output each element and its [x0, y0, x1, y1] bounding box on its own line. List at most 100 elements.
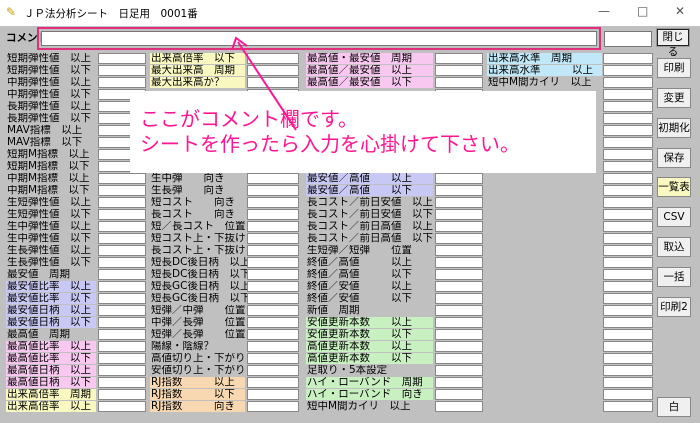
side-button-10[interactable]: 白: [657, 397, 691, 417]
condition-value-field[interactable]: [98, 197, 146, 208]
condition-value-field[interactable]: [247, 233, 299, 244]
condition-value-field[interactable]: [247, 389, 299, 400]
extra-value-field[interactable]: [603, 377, 653, 388]
condition-value-field[interactable]: [98, 317, 146, 328]
condition-value-field[interactable]: [98, 173, 146, 184]
extra-value-field[interactable]: [603, 221, 653, 232]
extra-value-field[interactable]: [603, 365, 653, 376]
condition-value-field[interactable]: [98, 401, 146, 412]
condition-value-field[interactable]: [435, 353, 483, 364]
condition-value-field[interactable]: [435, 389, 483, 400]
condition-value-field[interactable]: [435, 317, 483, 328]
condition-value-field[interactable]: [435, 209, 483, 220]
condition-value-field[interactable]: [98, 365, 146, 376]
extra-value-field[interactable]: [603, 317, 653, 328]
condition-value-field[interactable]: [247, 257, 299, 268]
condition-value-field[interactable]: [98, 281, 146, 292]
condition-value-field[interactable]: [435, 365, 483, 376]
condition-value-field[interactable]: [247, 269, 299, 280]
condition-value-field[interactable]: [247, 245, 299, 256]
extra-value-field[interactable]: [603, 293, 653, 304]
condition-value-field[interactable]: [247, 341, 299, 352]
condition-value-field[interactable]: [435, 173, 483, 184]
condition-value-field[interactable]: [98, 305, 146, 316]
condition-value-field[interactable]: [435, 329, 483, 340]
extra-value-field[interactable]: [603, 305, 653, 316]
extra-value-field[interactable]: [603, 401, 653, 412]
condition-value-field[interactable]: [247, 221, 299, 232]
side-button-9[interactable]: 印刷2: [657, 297, 691, 317]
side-button-3[interactable]: 初期化: [657, 118, 691, 138]
condition-value-field[interactable]: [247, 53, 299, 64]
condition-value-field[interactable]: [247, 65, 299, 76]
condition-value-field[interactable]: [247, 377, 299, 388]
extra-value-field[interactable]: [603, 341, 653, 352]
condition-value-field[interactable]: [247, 305, 299, 316]
extra-value-field[interactable]: [603, 233, 653, 244]
condition-value-field[interactable]: [435, 197, 483, 208]
extra-value-field[interactable]: [603, 149, 653, 160]
comment-extra-field[interactable]: [604, 31, 652, 47]
extra-value-field[interactable]: [603, 185, 653, 196]
condition-value-field[interactable]: [435, 293, 483, 304]
extra-value-field[interactable]: [603, 197, 653, 208]
condition-value-field[interactable]: [247, 353, 299, 364]
condition-value-field[interactable]: [435, 53, 483, 64]
condition-value-field[interactable]: [98, 53, 146, 64]
extra-value-field[interactable]: [603, 137, 653, 148]
condition-value-field[interactable]: [247, 317, 299, 328]
extra-value-field[interactable]: [603, 173, 653, 184]
side-button-8[interactable]: 一括: [657, 267, 691, 287]
condition-value-field[interactable]: [247, 173, 299, 184]
condition-value-field[interactable]: [98, 209, 146, 220]
extra-value-field[interactable]: [603, 257, 653, 268]
extra-value-field[interactable]: [603, 77, 653, 88]
close-window-button[interactable]: ✕: [675, 4, 685, 18]
condition-value-field[interactable]: [98, 257, 146, 268]
extra-value-field[interactable]: [603, 125, 653, 136]
condition-value-field[interactable]: [435, 281, 483, 292]
condition-value-field[interactable]: [247, 209, 299, 220]
condition-value-field[interactable]: [435, 377, 483, 388]
condition-value-field[interactable]: [247, 281, 299, 292]
extra-value-field[interactable]: [603, 389, 653, 400]
condition-value-field[interactable]: [98, 233, 146, 244]
condition-value-field[interactable]: [98, 245, 146, 256]
extra-value-field[interactable]: [603, 329, 653, 340]
condition-value-field[interactable]: [247, 77, 299, 88]
condition-value-field[interactable]: [98, 389, 146, 400]
side-button-6[interactable]: CSV: [657, 207, 691, 227]
extra-value-field[interactable]: [603, 353, 653, 364]
side-button-4[interactable]: 保存: [657, 148, 691, 168]
extra-value-field[interactable]: [603, 161, 653, 172]
condition-value-field[interactable]: [98, 77, 146, 88]
extra-value-field[interactable]: [603, 101, 653, 112]
condition-value-field[interactable]: [98, 377, 146, 388]
condition-value-field[interactable]: [435, 257, 483, 268]
condition-value-field[interactable]: [98, 341, 146, 352]
condition-value-field[interactable]: [435, 233, 483, 244]
condition-value-field[interactable]: [247, 197, 299, 208]
extra-value-field[interactable]: [603, 53, 653, 64]
condition-value-field[interactable]: [98, 269, 146, 280]
condition-value-field[interactable]: [435, 221, 483, 232]
condition-value-field[interactable]: [435, 65, 483, 76]
extra-value-field[interactable]: [603, 269, 653, 280]
condition-value-field[interactable]: [98, 221, 146, 232]
condition-value-field[interactable]: [435, 305, 483, 316]
condition-value-field[interactable]: [435, 185, 483, 196]
extra-value-field[interactable]: [603, 245, 653, 256]
condition-value-field[interactable]: [247, 365, 299, 376]
condition-value-field[interactable]: [435, 269, 483, 280]
extra-value-field[interactable]: [603, 113, 653, 124]
condition-value-field[interactable]: [98, 185, 146, 196]
maximize-button[interactable]: □: [637, 4, 648, 18]
side-button-1[interactable]: 印刷: [657, 58, 691, 78]
condition-value-field[interactable]: [435, 245, 483, 256]
extra-value-field[interactable]: [603, 281, 653, 292]
comment-input[interactable]: [41, 31, 597, 46]
side-button-7[interactable]: 取込: [657, 237, 691, 257]
extra-value-field[interactable]: [603, 209, 653, 220]
condition-value-field[interactable]: [247, 293, 299, 304]
minimize-button[interactable]: —: [598, 4, 610, 18]
